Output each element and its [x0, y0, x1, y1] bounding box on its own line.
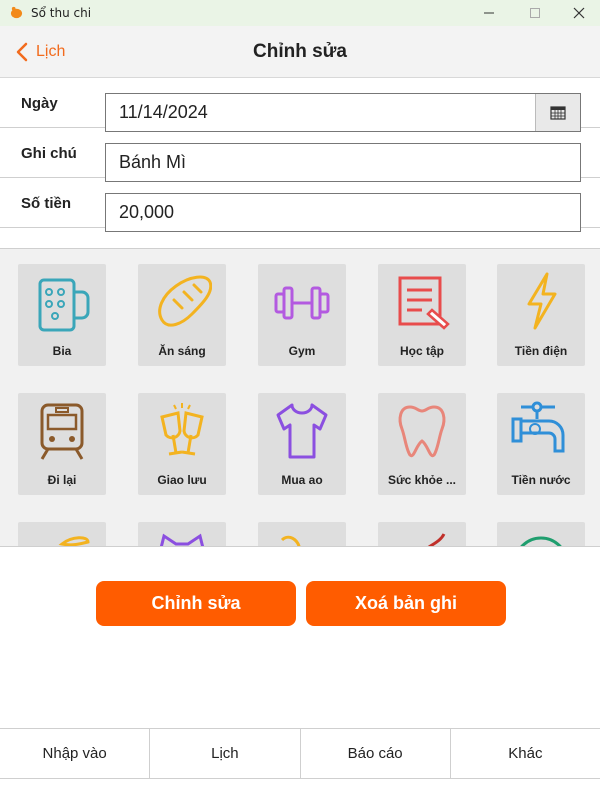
ball-icon	[520, 536, 562, 546]
window-title: Sổ thu chi	[31, 6, 92, 20]
nav-report[interactable]: Báo cáo	[301, 729, 451, 778]
dumbbell-icon	[274, 286, 330, 320]
category-tile-partial[interactable]	[378, 522, 466, 546]
note-row: Ghi chú Bánh Mì	[0, 128, 600, 182]
calendar-button[interactable]	[535, 94, 580, 131]
category-tile-beer[interactable]: Bia	[18, 264, 106, 366]
category-tile-breakfast[interactable]: Ăn sáng	[138, 264, 226, 366]
shirt-icon	[276, 403, 328, 459]
category-tile-transport[interactable]: Đi lại	[18, 393, 106, 495]
category-label: Đi lại	[47, 473, 77, 487]
category-tile-gym[interactable]: Gym	[258, 264, 346, 366]
window-bottom-edge	[0, 778, 600, 786]
misc-icon	[427, 533, 446, 546]
date-label: Ngày	[21, 95, 58, 112]
category-grid[interactable]: Bia Ăn sáng Gym Học tập Tiền điện Đi lại…	[0, 249, 600, 547]
note-value: Bánh Mì	[119, 152, 187, 172]
misc-icon	[280, 535, 301, 546]
maximize-button[interactable]	[512, 0, 558, 26]
edit-button[interactable]: Chỉnh sửa	[96, 581, 296, 626]
category-label: Tiền nước	[511, 473, 571, 487]
category-tile-water[interactable]: Tiền nước	[497, 393, 585, 495]
minimize-button[interactable]	[466, 0, 512, 26]
category-tile-electricity[interactable]: Tiền điện	[497, 264, 585, 366]
nav-calendar[interactable]: Lịch	[150, 729, 301, 778]
page-title: Chỉnh sửa	[253, 41, 347, 62]
study-icon	[398, 276, 450, 330]
category-label: Giao lưu	[157, 473, 207, 487]
cheers-icon	[160, 403, 204, 456]
category-tile-health[interactable]: Sức khỏe ...	[378, 393, 466, 495]
tooth-icon	[398, 405, 446, 458]
note-input[interactable]: Bánh Mì	[105, 143, 581, 182]
calendar-icon	[550, 105, 566, 120]
category-tile-clothes[interactable]: Mua ao	[258, 393, 346, 495]
maximize-icon	[530, 8, 540, 18]
pet-icon	[159, 533, 205, 546]
close-icon	[573, 7, 585, 19]
category-label: Mua ao	[281, 473, 323, 487]
lightning-icon	[527, 272, 557, 330]
water-tap-icon	[511, 401, 565, 453]
category-tile-partial[interactable]	[138, 522, 226, 546]
amount-input[interactable]: 20,000	[105, 193, 581, 232]
category-label: Học tập	[399, 344, 444, 358]
category-label: Gym	[288, 344, 316, 358]
category-tile-partial[interactable]	[18, 522, 106, 546]
category-label: Bia	[52, 344, 72, 358]
bottom-nav: Nhập vào Lịch Báo cáo Khác	[0, 728, 600, 778]
entry-form: Ngày 11/14/2024 Ghi chú Bánh Mì Số tiền	[0, 78, 600, 248]
delete-record-button[interactable]: Xoá bản ghi	[306, 581, 506, 626]
bread-icon	[158, 275, 212, 327]
category-tile-partial[interactable]	[497, 522, 585, 546]
food-icon	[58, 536, 90, 546]
amount-row: Số tiền 20,000	[0, 178, 600, 232]
train-icon	[40, 403, 84, 460]
amount-value: 20,000	[119, 202, 175, 222]
beer-icon	[38, 278, 90, 332]
amount-label: Số tiền	[21, 195, 72, 212]
category-tile-social[interactable]: Giao lưu	[138, 393, 226, 495]
minimize-icon	[484, 12, 494, 14]
category-tile-study[interactable]: Học tập	[378, 264, 466, 366]
date-field[interactable]: 11/14/2024	[105, 93, 581, 132]
category-label: Ăn sáng	[158, 344, 206, 358]
window-titlebar: Sổ thu chi	[0, 0, 600, 26]
category-tile-partial[interactable]	[258, 522, 346, 546]
nav-input[interactable]: Nhập vào	[0, 729, 151, 778]
category-label: Sức khỏe ...	[387, 473, 457, 487]
date-value: 11/14/2024	[119, 102, 208, 122]
note-label: Ghi chú	[21, 145, 77, 162]
nav-other[interactable]: Khác	[451, 729, 600, 778]
category-label: Tiền điện	[514, 344, 568, 358]
date-row: Ngày 11/14/2024	[0, 78, 600, 132]
close-button[interactable]	[556, 0, 600, 26]
page-header: Lịch Chỉnh sửa	[0, 26, 600, 78]
piggy-bank-icon	[10, 6, 23, 19]
